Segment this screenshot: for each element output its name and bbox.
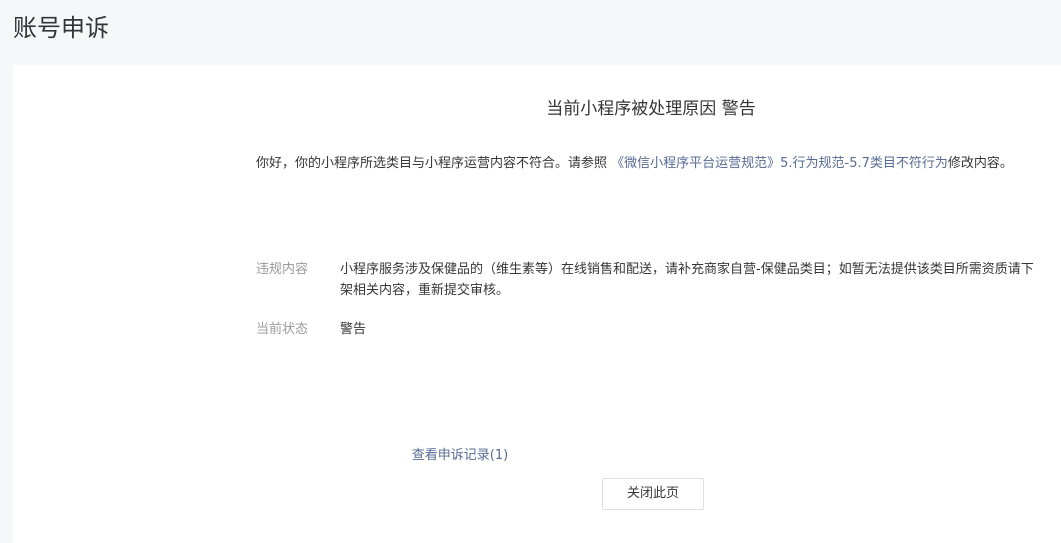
- reason-title: 当前小程序被处理原因 警告: [256, 97, 1046, 121]
- violation-label: 违规内容: [256, 262, 309, 277]
- reason-title-status: 警告: [721, 99, 756, 119]
- status-label: 当前状态: [256, 322, 309, 337]
- appeal-card: 当前小程序被处理原因 警告 你好，你的小程序所选类目与小程序运营内容不符合。请参…: [13, 65, 1061, 543]
- intro-before-link: 你好，你的小程序所选类目与小程序运营内容不符合。请参照: [256, 156, 612, 171]
- reason-title-prefix: 当前小程序被处理原因: [546, 99, 717, 119]
- page-title: 账号申诉: [13, 14, 109, 42]
- rules-link[interactable]: 《微信小程序平台运营规范》5.行为规范-5.7类目不符行为: [611, 156, 948, 171]
- appeal-records-link[interactable]: 查看申诉记录(1): [13, 446, 907, 466]
- status-value: 警告: [340, 322, 367, 337]
- intro-text: 你好，你的小程序所选类目与小程序运营内容不符合。请参照 《微信小程序平台运营规范…: [256, 153, 1046, 174]
- appeal-content: 当前小程序被处理原因 警告 你好，你的小程序所选类目与小程序运营内容不符合。请参…: [256, 65, 1046, 543]
- violation-value: 小程序服务涉及保健品的（维生素等）在线销售和配送，请补充商家自营-保健品类目；如…: [340, 262, 1034, 298]
- close-page-button[interactable]: 关闭此页: [602, 478, 704, 510]
- intro-after-link: 修改内容。: [947, 156, 1013, 171]
- page-header: 账号申诉: [0, 0, 1061, 64]
